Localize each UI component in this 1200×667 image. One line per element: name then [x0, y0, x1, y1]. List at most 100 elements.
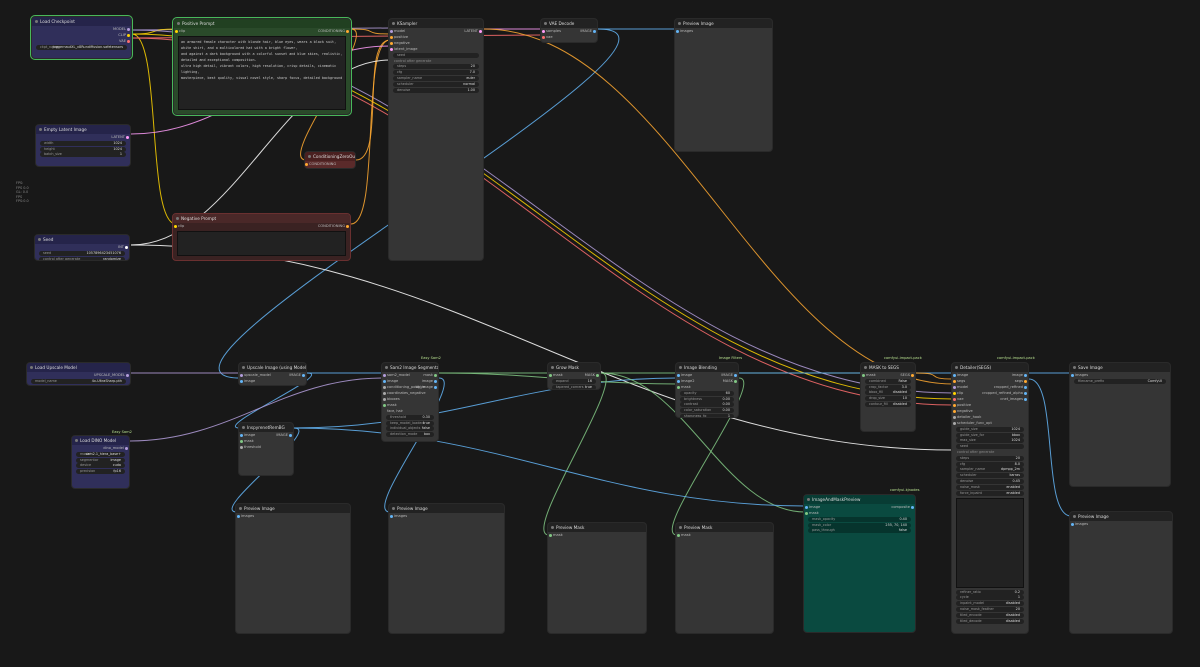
crop-factor-widget[interactable]: crop_factor 3.0	[865, 384, 911, 390]
node-title[interactable]: Grow Mask	[548, 363, 600, 372]
load-dino-model-node[interactable]: Load DINO Model dino_model model sam2.1_h…	[71, 435, 130, 489]
node-title[interactable]: Preview Image	[675, 19, 772, 28]
input-mask[interactable]: mask	[549, 372, 563, 378]
preview-mask-node[interactable]: Preview Mask mask	[675, 522, 774, 634]
seed-widget[interactable]: seed	[956, 444, 1024, 450]
link-wire[interactable]	[131, 28, 177, 35]
node-title[interactable]: Load Checkpoint	[32, 17, 131, 26]
output-vae[interactable]: VAE	[119, 38, 130, 44]
max-size-widget[interactable]: max_size 1024	[956, 438, 1024, 444]
refiner-ratio-widget[interactable]: refiner_ratio 0.2	[956, 589, 1024, 595]
contrast-widget[interactable]: contrast 0.00	[680, 402, 734, 408]
node-title[interactable]: InspyrenetRemBG	[239, 423, 293, 432]
input-scheduler-func[interactable]: scheduler_func_opt	[953, 420, 992, 426]
denoise-widget[interactable]: denoise 0.45	[956, 478, 1024, 484]
link-wire[interactable]	[293, 377, 678, 429]
preview-image-node[interactable]: Preview Image images	[388, 503, 505, 634]
link-wire[interactable]	[350, 28, 391, 35]
node-title[interactable]: ImageAndMaskPreview	[804, 495, 915, 504]
input-images[interactable]: images	[1071, 372, 1088, 378]
load-checkpoint-node[interactable]: Load Checkpoint MODEL CLIP VAE ckpt_name…	[30, 15, 133, 60]
node-title[interactable]: Preview Mask	[548, 523, 646, 532]
width-widget[interactable]: width 1024	[40, 140, 126, 146]
guide-size-widget[interactable]: guide_size 1024	[956, 426, 1024, 432]
color-saturation-widget[interactable]: color_saturation 0.00	[680, 408, 734, 414]
node-title[interactable]: VAE Decode	[541, 19, 597, 28]
input-mask[interactable]: mask	[862, 372, 876, 378]
empty-latent-node[interactable]: Empty Latent Image LATENT width 1024 heig…	[35, 124, 131, 167]
height-widget[interactable]: height 1024	[40, 146, 126, 152]
sampler-name-widget[interactable]: sampler_name dpmpp_2m	[956, 467, 1024, 473]
input-images[interactable]: images	[237, 513, 254, 519]
node-title[interactable]: KSampler	[389, 19, 483, 28]
expand-widget[interactable]: expand 16	[552, 378, 596, 384]
node-title[interactable]: Seed	[35, 235, 129, 244]
mask-opacity-widget[interactable]: mask_opacity 0.40	[808, 516, 911, 522]
link-wire[interactable]	[543, 372, 607, 536]
cycle-widget[interactable]: cycle 1	[956, 595, 1024, 601]
input-mask[interactable]: mask	[805, 510, 819, 516]
preview-mask-node[interactable]: Preview Mask mask	[547, 522, 647, 634]
filename-prefix-widget[interactable]: filename_prefix ComfyUI	[1074, 378, 1166, 384]
model-widget[interactable]: model sam2.1_hiera_base+	[76, 451, 125, 457]
detection-mode-widget[interactable]: detection_mode box	[386, 432, 434, 438]
output-segs[interactable]: SEGS	[900, 372, 914, 378]
keep-model-loaded-widget[interactable]: keep_model_loaded true	[386, 420, 434, 426]
individual-objects-widget[interactable]: individual_objects false	[386, 426, 434, 432]
combined-widget[interactable]: combined False	[865, 378, 911, 384]
node-title[interactable]: Load Upscale Model	[27, 363, 130, 372]
preview-image-node[interactable]: Preview Image images	[1069, 511, 1173, 634]
inspyrenet-rembg-node[interactable]: InspyrenetRemBG image IMAGE mask threshol…	[238, 422, 294, 476]
input-mask[interactable]: mask	[549, 532, 563, 538]
prompt-textarea[interactable]: an armored female character with blonde …	[178, 36, 346, 110]
node-title[interactable]: Preview Mask	[676, 523, 773, 532]
control-after-generate-widget[interactable]: control after generate randomize	[39, 256, 125, 260]
input-vae[interactable]: vae	[542, 34, 553, 40]
link-wire[interactable]	[293, 427, 806, 507]
preview-image-node[interactable]: Preview Image images	[674, 18, 773, 152]
load-upscale-model-node[interactable]: Load Upscale Model UPSCALE_MODEL model_n…	[26, 362, 131, 386]
sharpness-widget[interactable]: sharpness_fg 1	[680, 413, 734, 417]
link-wire[interactable]	[350, 39, 391, 225]
node-title[interactable]: Image Blending	[676, 363, 738, 372]
node-title[interactable]: Empty Latent Image	[36, 125, 130, 134]
image-blending-node[interactable]: Image Blending image IMAGE image2 MASK mas…	[675, 362, 739, 418]
input-clip[interactable]: clip	[174, 223, 184, 229]
scheduler-widget[interactable]: scheduler karras	[956, 473, 1024, 479]
mask-to-segs-node[interactable]: MASK to SEGS mask SEGS combined False crop…	[860, 362, 916, 432]
input-threshold[interactable]: threshold	[240, 444, 261, 450]
node-title[interactable]: MASK to SEGS	[861, 363, 915, 372]
force-inpaint-widget[interactable]: force_inpaint enabled	[956, 490, 1024, 496]
device-widget[interactable]: device cuda	[76, 463, 125, 469]
opacity-widget[interactable]: opacity 60	[680, 390, 734, 396]
wildcard-textarea[interactable]	[956, 497, 1024, 588]
ksampler-node[interactable]: KSampler model LATENT positive negative l…	[388, 18, 484, 261]
steps-widget[interactable]: steps 20	[393, 64, 479, 70]
link-wire[interactable]	[1028, 378, 1072, 517]
node-title[interactable]: Sam2 Image Segmenta...	[382, 363, 438, 372]
pass-through-widget[interactable]: pass_through false	[808, 528, 911, 534]
tapered-corners-widget[interactable]: tapered_corners true	[552, 384, 596, 389]
output-dino-model[interactable]: dino_model	[103, 445, 128, 451]
input-clip[interactable]: clip	[175, 28, 185, 34]
upscale-image-node[interactable]: Upscale Image (using Model) upscale_mode…	[238, 362, 307, 386]
prompt-textarea[interactable]	[177, 231, 346, 256]
input-image[interactable]: image	[240, 378, 255, 384]
bbox-fill-widget[interactable]: bbox_fill disabled	[865, 390, 911, 396]
drop-size-widget[interactable]: drop_size 10	[865, 396, 911, 402]
input-mask[interactable]: mask	[677, 384, 691, 390]
tiled-decode-widget[interactable]: tiled_decode disabled	[956, 618, 1024, 624]
brightness-widget[interactable]: brightness 0.00	[680, 396, 734, 402]
scheduler-widget[interactable]: scheduler normal	[393, 81, 479, 87]
noise-mask-feather-widget[interactable]: noise_mask_feather 20	[956, 606, 1024, 612]
output-conditioning[interactable]: CONDITIONING	[318, 28, 349, 34]
steps-widget[interactable]: steps 20	[956, 455, 1024, 461]
save-image-node[interactable]: Save Image images filename_prefix ComfyUI	[1069, 362, 1171, 487]
batch-size-widget[interactable]: batch_size 1	[40, 152, 126, 158]
output-mask[interactable]: MASK	[585, 372, 599, 378]
tiled-encode-widget[interactable]: tiled_encode disabled	[956, 612, 1024, 618]
input-images[interactable]: images	[676, 28, 693, 34]
input-latent-image[interactable]: latent_image	[390, 46, 418, 52]
node-title[interactable]: Positive Prompt	[174, 19, 350, 28]
node-title[interactable]: Load DINO Model	[72, 436, 129, 445]
